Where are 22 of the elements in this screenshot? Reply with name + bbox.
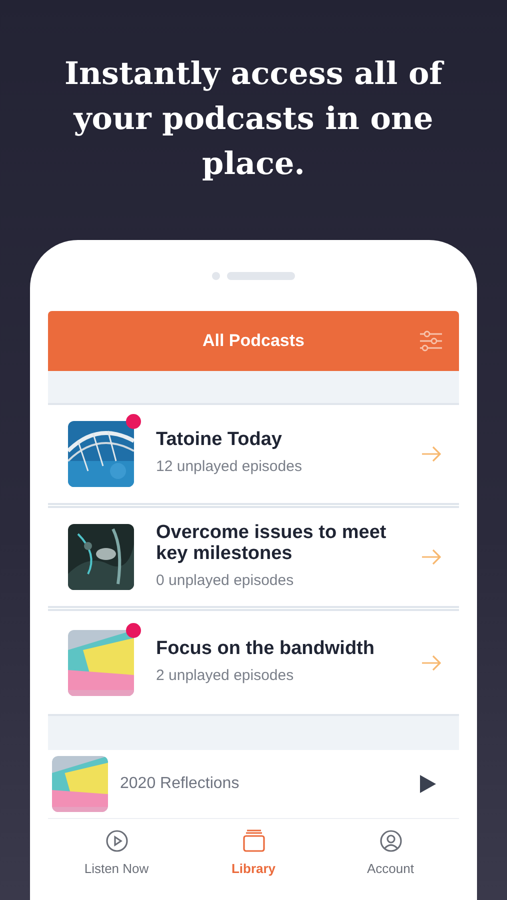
now-playing-title: 2020 Reflections — [120, 774, 240, 794]
folder-stack-icon — [242, 829, 266, 853]
sliders-icon — [419, 330, 443, 352]
arrow-right-icon — [421, 446, 441, 462]
play-icon[interactable] — [419, 774, 437, 794]
header-title: All Podcasts — [202, 330, 305, 352]
play-circle-icon — [104, 829, 128, 853]
arrow-right-icon — [421, 549, 441, 565]
nav-tab[interactable]: Listen Now — [48, 829, 185, 878]
podcast-title: Tatoine Today — [156, 429, 283, 450]
nav-tab[interactable]: Library — [185, 829, 322, 878]
user-circle-icon — [378, 829, 402, 853]
headline: Instantly access all of your podcasts in one place. — [63, 55, 446, 184]
speaker-slot — [227, 272, 295, 280]
episode-count: 12 unplayed episodes — [156, 457, 303, 478]
podcast-title: Overcome issues to meet key milestones — [156, 522, 388, 564]
episode-count: 0 unplayed episodes — [156, 570, 295, 591]
podcast-title: Focus on the bandwidth — [156, 638, 376, 659]
arrow-right-icon — [421, 654, 441, 670]
now-playing-bar[interactable]: 2020 Reflections — [48, 750, 459, 819]
episode-count: 2 unplayed episodes — [156, 666, 295, 686]
nav-tab[interactable]: Account — [322, 829, 459, 878]
